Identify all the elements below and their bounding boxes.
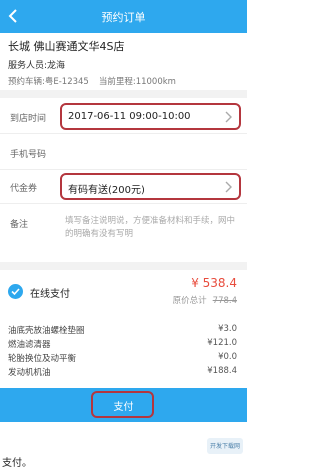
watermark-text: 开发下载网 bbox=[210, 443, 241, 450]
arrival-time-label: 到店时间 bbox=[10, 114, 47, 124]
item-price: ¥121.0 bbox=[207, 338, 237, 348]
payment-method-row[interactable]: 在线支付 ¥ 538.4 原价总计 778.4 bbox=[0, 272, 247, 320]
checkmark-icon[interactable] bbox=[8, 284, 23, 299]
total-price: ¥ 538.4 bbox=[191, 276, 237, 290]
shop-name: 长城 佛山赛通文华4S店 bbox=[8, 40, 125, 53]
list-item: 发动机机油 ¥188.4 bbox=[0, 364, 247, 378]
list-item: 油底壳放油螺栓垫圈 ¥3.0 bbox=[0, 322, 247, 336]
item-name: 燃油滤清器 bbox=[8, 340, 51, 350]
shop-info: 长城 佛山赛通文华4S店 服务人员:龙海 预约车辆:粤E-12345 当前里程:1… bbox=[8, 38, 240, 87]
pay-bar: 支付 bbox=[0, 388, 247, 422]
caption-text: 支付。 bbox=[2, 458, 32, 468]
note-textarea[interactable]: 填写备注说明说，方便准备材料和手续，网中的明确有没有写明 bbox=[65, 215, 239, 241]
note-label: 备注 bbox=[10, 220, 29, 230]
vehicle-meta: 预约车辆:粤E-12345 当前里程:11000km bbox=[8, 75, 240, 87]
watermark-logo: 开发下载网 bbox=[207, 438, 243, 454]
pay-button-label: 支付 bbox=[113, 402, 134, 413]
header-bar: 预约订单 bbox=[0, 0, 247, 33]
note-row: 备注 填写备注说明说，方便准备材料和手续，网中的明确有没有写明 bbox=[0, 209, 247, 261]
original-price-label: 原价总计 bbox=[172, 296, 207, 306]
phone-row[interactable]: 手机号码 bbox=[0, 136, 247, 170]
coupon-value: 有码有送(200元) bbox=[68, 185, 145, 196]
coupon-row: 代金券 有码有送(200元) bbox=[0, 170, 247, 204]
item-name: 轮胎换位及动平衡 bbox=[8, 354, 77, 364]
staff-name: 服务人员:龙海 bbox=[8, 61, 66, 71]
list-item: 燃油滤清器 ¥121.0 bbox=[0, 336, 247, 350]
original-price-line: 原价总计 778.4 bbox=[173, 294, 237, 306]
coupon-label: 代金券 bbox=[10, 184, 38, 194]
item-price: ¥188.4 bbox=[207, 366, 237, 376]
bottom-area: 开发下载网 支付。 bbox=[0, 422, 247, 468]
section-divider bbox=[0, 90, 247, 98]
item-price: ¥0.0 bbox=[218, 352, 237, 362]
chevron-right-icon bbox=[223, 110, 233, 124]
arrival-time-row: 到店时间 2017-06-11 09:00-10:00 bbox=[0, 100, 247, 134]
original-price: 778.4 bbox=[212, 296, 237, 306]
coupon-select[interactable]: 有码有送(200元) bbox=[60, 173, 241, 200]
item-price: ¥3.0 bbox=[218, 324, 237, 334]
phone-label: 手机号码 bbox=[10, 150, 47, 160]
list-item: 轮胎换位及动平衡 ¥0.0 bbox=[0, 350, 247, 364]
chevron-right-icon bbox=[223, 180, 233, 194]
arrival-time-select[interactable]: 2017-06-11 09:00-10:00 bbox=[60, 103, 241, 130]
payment-method-label: 在线支付 bbox=[30, 289, 70, 300]
arrival-time-value: 2017-06-11 09:00-10:00 bbox=[68, 111, 191, 122]
section-divider bbox=[0, 262, 247, 270]
item-name: 发动机机油 bbox=[8, 368, 51, 378]
page-title: 预约订单 bbox=[101, 11, 146, 24]
item-name: 油底壳放油螺栓垫圈 bbox=[8, 326, 85, 336]
mileage-label: 当前里程:11000km bbox=[98, 77, 176, 87]
plate-label: 预约车辆:粤E-12345 bbox=[8, 77, 89, 87]
item-list: 油底壳放油螺栓垫圈 ¥3.0 燃油滤清器 ¥121.0 轮胎换位及动平衡 ¥0.… bbox=[0, 322, 247, 378]
